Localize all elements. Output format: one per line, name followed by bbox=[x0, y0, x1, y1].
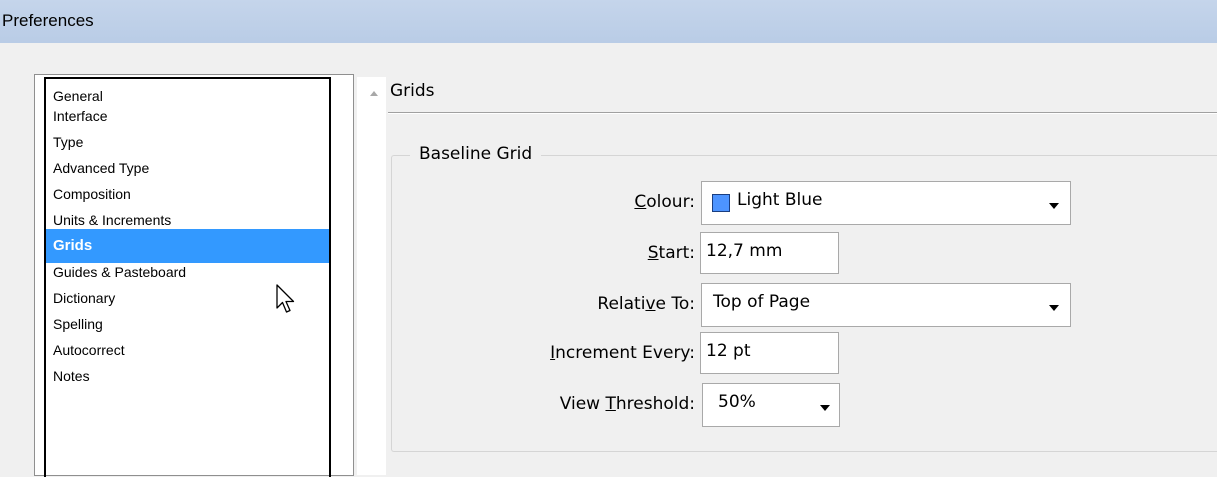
list-scrollbar[interactable] bbox=[357, 77, 386, 475]
start-label: Start: bbox=[647, 243, 695, 263]
increment-every-label: Increment Every: bbox=[550, 343, 695, 363]
relative-to-label: Relative To: bbox=[597, 294, 695, 314]
start-value: 12,7 mm bbox=[706, 241, 783, 261]
panel-title: Grids bbox=[390, 81, 435, 101]
chevron-down-icon bbox=[1049, 305, 1059, 311]
chevron-down-icon bbox=[1049, 203, 1059, 209]
title-bar: Preferences bbox=[0, 0, 1217, 43]
scroll-up-arrow-icon[interactable] bbox=[370, 91, 378, 96]
increment-every-field[interactable]: 12 pt bbox=[700, 332, 839, 374]
colour-value: Light Blue bbox=[737, 190, 823, 210]
view-threshold-dropdown[interactable]: 50% bbox=[702, 383, 840, 427]
start-field[interactable]: 12,7 mm bbox=[700, 232, 839, 274]
increment-every-value: 12 pt bbox=[706, 341, 751, 361]
relative-to-dropdown[interactable]: Top of Page bbox=[701, 283, 1071, 327]
view-threshold-label: View Threshold: bbox=[559, 394, 695, 414]
sidebar-item-notes[interactable]: Notes bbox=[46, 359, 329, 393]
window-title: Preferences bbox=[2, 11, 94, 30]
mouse-pointer-icon bbox=[276, 284, 295, 313]
chevron-down-icon bbox=[820, 405, 830, 411]
colour-label: Colour: bbox=[634, 192, 695, 212]
panel-title-divider bbox=[388, 112, 1217, 114]
category-list-items: General Interface Type Advanced Type Com… bbox=[44, 77, 331, 477]
view-threshold-value: 50% bbox=[718, 392, 756, 412]
baseline-grid-label: Baseline Grid bbox=[410, 144, 542, 164]
preferences-category-list[interactable]: General Interface Type Advanced Type Com… bbox=[34, 74, 386, 477]
colour-dropdown[interactable]: Light Blue bbox=[701, 181, 1071, 225]
relative-to-value: Top of Page bbox=[713, 292, 811, 312]
colour-swatch bbox=[712, 194, 730, 212]
